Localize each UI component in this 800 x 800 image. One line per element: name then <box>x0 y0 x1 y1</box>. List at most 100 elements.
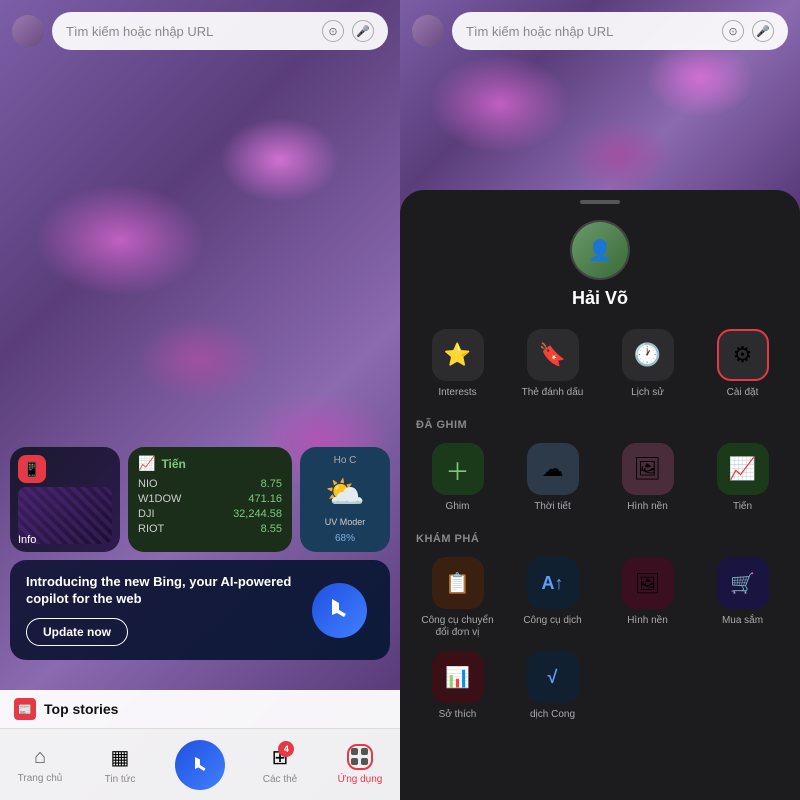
history-icon: 🕐 <box>634 342 661 368</box>
translate-icon: A↑ <box>542 573 564 594</box>
mic-icon[interactable]: 🎤 <box>352 20 374 42</box>
top-stories-label: Top stories <box>44 701 118 717</box>
search-icons-right: ⊙ 🎤 <box>722 20 774 42</box>
ghim-icon-box: ＋ <box>432 443 484 495</box>
history-label: Lịch sử <box>631 387 664 399</box>
left-panel: Tìm kiếm hoặc nhập URL ⊙ 🎤 📱 Info 📈 Tiến <box>0 0 400 800</box>
apps-grid-icon <box>351 748 369 766</box>
pinned-wallpaper-icon-box: 🖼 <box>622 443 674 495</box>
nav-item-apps[interactable]: Ứng dụng <box>320 736 400 793</box>
explore-item-dich[interactable]: √ dịch Cong <box>511 651 594 721</box>
wallpaper2-label: Hình nền <box>627 615 668 627</box>
settings-icon: ⚙ <box>733 342 753 368</box>
translate-icon-box: A↑ <box>527 557 579 609</box>
stock-name-3: DJI <box>138 508 155 520</box>
top-stories-bar: 📰 Top stories <box>0 690 400 728</box>
explore-item-shopping[interactable]: 🛒 Mua sắm <box>701 557 784 639</box>
profile-name: Hải Võ <box>572 288 628 309</box>
pinned-wallpaper-label: Hình nền <box>627 501 668 513</box>
pinned-item-ghim[interactable]: ＋ Ghim <box>416 443 499 513</box>
nav-label-home: Trang chủ <box>18 773 63 784</box>
sheet-handle <box>580 200 620 204</box>
stocks-header: 📈 Tiến <box>138 455 282 472</box>
bookmarks-icon-box: 🔖 <box>527 329 579 381</box>
menu-item-history[interactable]: 🕐 Lịch sử <box>606 329 689 399</box>
camera-icon[interactable]: ⊙ <box>322 20 344 42</box>
stock-name-2: W1DOW <box>138 493 181 505</box>
pinned-weather-icon: ☁ <box>542 456 564 482</box>
bing-nav-icon <box>175 740 225 790</box>
settings-icon-box: ⚙ <box>717 329 769 381</box>
interests-label: Interests <box>438 387 476 399</box>
wallpaper-widget[interactable]: 📱 Info <box>10 447 120 552</box>
apps-icon-container <box>347 744 373 770</box>
weather-widget[interactable]: Ho C ⛅ UV Moder 68% <box>300 447 390 552</box>
stock-price-4: 8.55 <box>261 523 282 535</box>
weather-location: Ho C <box>334 455 357 466</box>
explore-item-wallpaper2[interactable]: 🖼 Hình nền <box>606 557 689 639</box>
wallpaper-icon: 📱 <box>18 455 46 483</box>
nav-item-news[interactable]: ▦ Tin tức <box>80 737 160 793</box>
profile-section: 👤 Hải Võ <box>416 220 784 309</box>
apps-dot-2 <box>361 748 368 755</box>
interests-icon: ⭐ <box>444 342 471 368</box>
search-bar-left[interactable]: Tìm kiếm hoặc nhập URL ⊙ 🎤 <box>52 12 388 50</box>
stock-name-1: NIO <box>138 478 158 490</box>
menu-item-settings[interactable]: ⚙ Cài đặt <box>701 329 784 399</box>
avatar-image: 👤 <box>572 222 628 278</box>
search-bar-right[interactable]: Tìm kiếm hoặc nhập URL ⊙ 🎤 <box>452 12 788 50</box>
search-icons-left: ⊙ 🎤 <box>322 20 374 42</box>
bookmarks-label: Thẻ đánh dấu <box>522 387 584 399</box>
table-row: DJI 32,244.58 <box>138 508 282 520</box>
converter-icon: 📋 <box>445 571 470 596</box>
news-icon: ▦ <box>111 745 130 770</box>
shopping-icon-box: 🛒 <box>717 557 769 609</box>
table-row: RIOT 8.55 <box>138 523 282 535</box>
bing-banner: Introducing the new Bing, your AI-powere… <box>10 560 390 660</box>
avatar[interactable] <box>12 15 44 47</box>
pinned-wallpaper-icon: 🖼 <box>634 456 662 482</box>
pinned-weather-label: Thời tiết <box>534 501 571 513</box>
camera-icon-right[interactable]: ⊙ <box>722 20 744 42</box>
bing-logo-area <box>304 583 374 638</box>
pinned-stocks-icon-box: 📈 <box>717 443 769 495</box>
stock-price-2: 471.16 <box>248 493 282 505</box>
nav-label-news: Tin tức <box>105 774 136 785</box>
bookmarks-icon: 🔖 <box>539 342 566 368</box>
nav-label-apps: Ứng dụng <box>338 774 383 785</box>
flower-overlay <box>0 0 400 800</box>
tabs-badge-container: ⊞ 4 <box>272 745 289 770</box>
explore-grid: 📋 Công cụ chuyển đổi đơn vị A↑ Công cụ d… <box>416 557 784 721</box>
table-row: W1DOW 471.16 <box>138 493 282 505</box>
menu-item-interests[interactable]: ⭐ Interests <box>416 329 499 399</box>
settings-label: Cài đặt <box>727 387 759 399</box>
explore-item-translate[interactable]: A↑ Công cụ dịch <box>511 557 594 639</box>
pinned-item-stocks[interactable]: 📈 Tiến <box>701 443 784 513</box>
pinned-item-wallpaper[interactable]: 🖼 Hình nền <box>606 443 689 513</box>
explore-section-header: KHÁM PHÁ <box>416 533 784 545</box>
wallpaper2-icon: 🖼 <box>635 571 660 596</box>
pinned-stocks-label: Tiến <box>733 501 752 513</box>
left-top-bar: Tìm kiếm hoặc nhập URL ⊙ 🎤 <box>0 0 400 58</box>
shopping-label: Mua sắm <box>722 615 763 627</box>
avatar-right[interactable] <box>412 15 444 47</box>
explore-item-converter[interactable]: 📋 Công cụ chuyển đổi đơn vị <box>416 557 499 639</box>
explore-item-hobby[interactable]: 📊 Sở thích <box>416 651 499 721</box>
pinned-stocks-icon: 📈 <box>729 456 756 482</box>
nav-item-home[interactable]: ⌂ Trang chủ <box>0 738 80 792</box>
background-flowers-left <box>0 0 400 800</box>
stocks-icon: 📈 <box>138 455 155 472</box>
pinned-item-weather[interactable]: ☁ Thời tiết <box>511 443 594 513</box>
nav-item-bing[interactable] <box>160 732 240 798</box>
menu-item-bookmarks[interactable]: 🔖 Thẻ đánh dấu <box>511 329 594 399</box>
weather-condition: UV Moder <box>325 517 366 527</box>
tabs-badge: 4 <box>278 741 294 757</box>
search-placeholder-left: Tìm kiếm hoặc nhập URL <box>66 24 213 39</box>
stocks-widget[interactable]: 📈 Tiến NIO 8.75 W1DOW 471.16 DJI 32,244.… <box>128 447 292 552</box>
pinned-section-header: ĐÃ GHIM <box>416 419 784 431</box>
mic-icon-right[interactable]: 🎤 <box>752 20 774 42</box>
nav-item-tabs[interactable]: ⊞ 4 Các thẻ <box>240 737 320 793</box>
weather-icon: ⛅ <box>325 473 365 511</box>
update-now-button[interactable]: Update now <box>26 618 128 646</box>
ghim-label: Ghim <box>446 501 470 513</box>
